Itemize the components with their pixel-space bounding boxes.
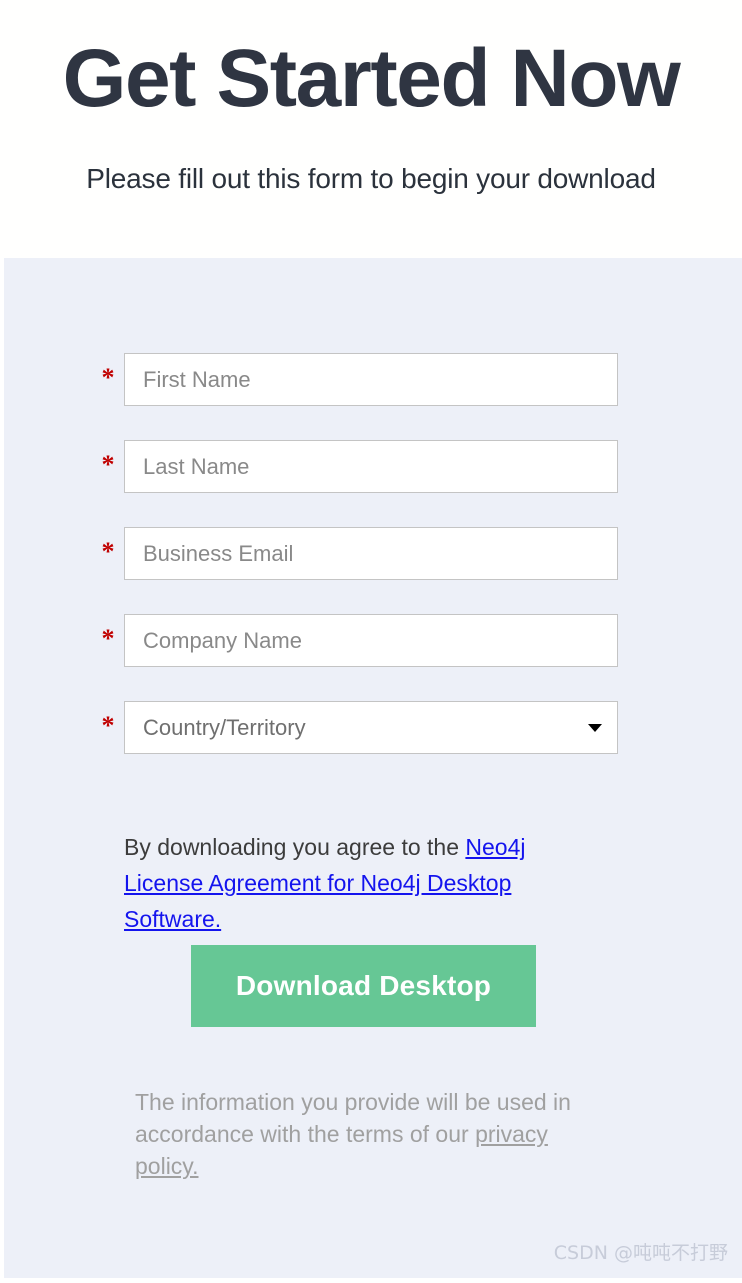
page-header: Get Started Now Please fill out this for… xyxy=(0,0,742,258)
csdn-watermark: CSDN @吨吨不打野 xyxy=(553,1242,728,1264)
required-asterisk: * xyxy=(101,624,115,653)
download-desktop-button[interactable]: Download Desktop xyxy=(191,945,536,1027)
page-subtitle: Please fill out this form to begin your … xyxy=(86,163,656,194)
last-name-input[interactable] xyxy=(124,440,618,493)
required-asterisk: * xyxy=(101,711,115,740)
required-asterisk: * xyxy=(101,363,115,392)
privacy-disclaimer-text: The information you provide will be used… xyxy=(135,1086,575,1182)
country-select-wrapper[interactable]: Country/Territory xyxy=(124,701,618,754)
license-agreement-lead: By downloading you agree to the xyxy=(124,834,466,860)
bottom-strip xyxy=(0,1278,742,1283)
country-select[interactable]: Country/Territory xyxy=(124,701,618,754)
field-row-company-name: * xyxy=(102,614,624,667)
required-asterisk: * xyxy=(101,450,115,479)
field-row-country: * Country/Territory xyxy=(102,701,624,754)
required-asterisk: * xyxy=(101,537,115,566)
field-row-first-name: * xyxy=(102,353,624,406)
form-panel: * * * * * Country/Territory xyxy=(4,258,742,1278)
first-name-input[interactable] xyxy=(124,353,618,406)
company-name-input[interactable] xyxy=(124,614,618,667)
field-row-last-name: * xyxy=(102,440,624,493)
field-row-business-email: * xyxy=(102,527,624,580)
license-agreement-text: By downloading you agree to the Neo4j Li… xyxy=(124,829,604,937)
business-email-input[interactable] xyxy=(124,527,618,580)
page-title: Get Started Now xyxy=(62,33,681,124)
